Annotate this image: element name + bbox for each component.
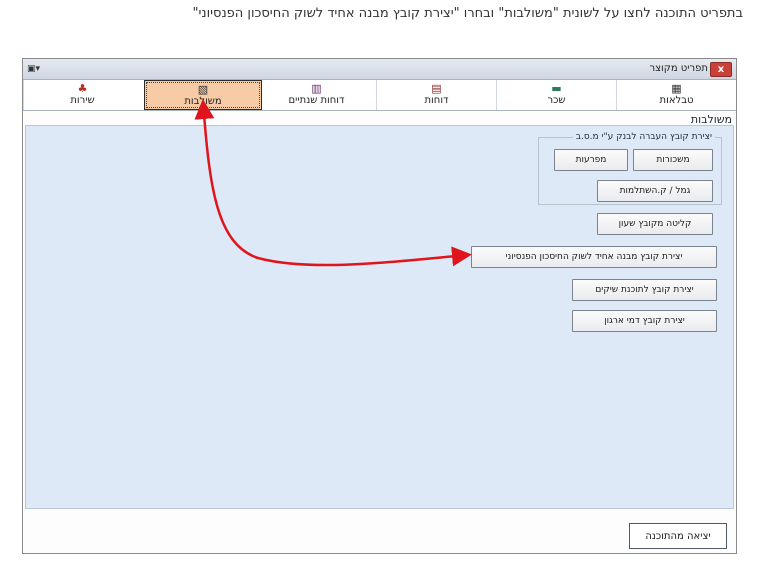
instruction-text: בתפריט התוכנה לחצו על לשונית "משולבות" ו… bbox=[192, 6, 743, 21]
system-menu-icon[interactable]: ▣▾ bbox=[27, 63, 40, 75]
tab-label: שכר bbox=[547, 95, 566, 106]
window-title: תפריט מקוצר bbox=[649, 63, 708, 74]
tab-tables[interactable]: ▦ טבלאות bbox=[616, 80, 736, 110]
advances-button[interactable]: מפרעות bbox=[554, 149, 628, 171]
pension-file-button[interactable]: יצירת קובץ מבנה אחיד לשוק החיסכון הפנסיו… bbox=[471, 246, 717, 268]
close-button[interactable]: x bbox=[710, 62, 732, 77]
group-legend: יצירת קובץ העברה לבנק ע"י מ.ס.ב bbox=[572, 131, 715, 143]
table-icon: ▦ bbox=[671, 82, 682, 95]
salaries-button[interactable]: משכורות bbox=[633, 149, 713, 171]
tab-reports[interactable]: ▤ דוחות bbox=[376, 80, 496, 110]
window-titlebar: ▣▾ תפריט מקוצר x bbox=[23, 59, 736, 80]
tab-salary[interactable]: ▬ שכר bbox=[496, 80, 616, 110]
services-icon: ♣ bbox=[77, 82, 88, 95]
org-dues-file-button[interactable]: יצירת קובץ דמי ארגון bbox=[572, 310, 717, 332]
import-clock-file-button[interactable]: קליטה מקובץ שעון bbox=[597, 213, 713, 235]
reports-icon: ▤ bbox=[431, 82, 442, 95]
checks-file-button[interactable]: יצירת קובץ לתוכנת שיקים bbox=[572, 279, 717, 301]
tab-label: משולבות bbox=[184, 96, 222, 107]
tab-label: טבלאות bbox=[659, 95, 694, 106]
shortcut-menu-window: ▣▾ תפריט מקוצר x ▦ טבלאות ▬ שכר ▤ דוחות … bbox=[22, 58, 737, 554]
tab-services[interactable]: ♣ שירות bbox=[23, 80, 141, 110]
menu-tabs: ▦ טבלאות ▬ שכר ▤ דוחות ▥ דוחות שנתיים ▧ … bbox=[23, 80, 736, 111]
tab-annual-reports[interactable]: ▥ דוחות שנתיים bbox=[256, 80, 376, 110]
annual-reports-icon: ▥ bbox=[311, 82, 322, 95]
gemel-button[interactable]: גמל / ק.השתלמות bbox=[597, 180, 713, 202]
tab-combined[interactable]: ▧ משולבות bbox=[144, 80, 262, 110]
tab-label: דוחות bbox=[424, 95, 449, 106]
tab-label: שירות bbox=[70, 95, 95, 106]
tab-label: דוחות שנתיים bbox=[288, 95, 345, 106]
combined-icon: ▧ bbox=[197, 83, 209, 96]
exit-button[interactable]: יציאה מהתוכנה bbox=[629, 523, 727, 549]
salary-icon: ▬ bbox=[551, 82, 562, 95]
